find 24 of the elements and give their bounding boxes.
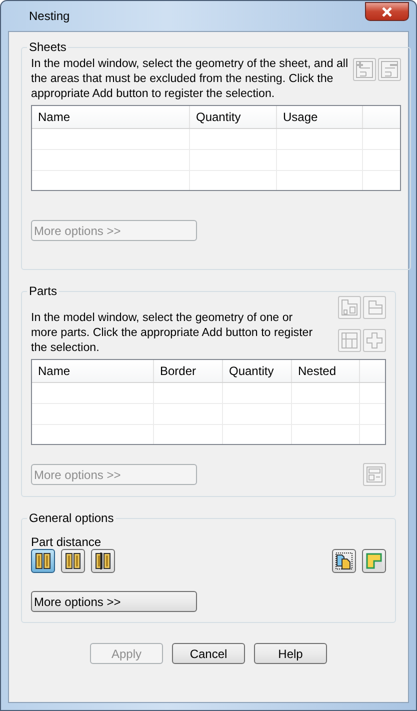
distance-mode-button[interactable]	[31, 549, 55, 573]
distance-mode-button[interactable]	[91, 549, 115, 573]
group-title: Sheets	[28, 40, 68, 54]
column-header[interactable]: Border	[154, 360, 223, 382]
window-title: Nesting	[29, 9, 70, 23]
more-options-button[interactable]: More options >>	[31, 591, 197, 612]
column-header[interactable]: Quantity	[190, 106, 277, 128]
instruction-text: In the model window, select the geometry of one or more parts. Click the appropriate Add button to register the selection.	[31, 310, 314, 355]
copy-sheet-button[interactable]	[332, 549, 356, 573]
help-button[interactable]: Help	[254, 643, 327, 664]
close-button[interactable]	[365, 2, 409, 21]
column-header[interactable]: Nested	[292, 360, 360, 382]
column-header[interactable]: Name	[32, 360, 154, 382]
group-title: General options	[28, 511, 115, 525]
close-icon	[381, 6, 393, 16]
instruction-text: In the model window, select the geometry of the sheet, and all the areas that must be excluded from the nesting. Click the appropriate Add button to register the selection.	[31, 56, 350, 101]
column-header[interactable]: Quantity	[223, 360, 292, 382]
group-title: Parts	[28, 284, 58, 298]
column-header[interactable]: Name	[32, 106, 190, 128]
cancel-button[interactable]: Cancel	[172, 643, 245, 664]
distance-mode-button[interactable]	[61, 549, 85, 573]
part-distance-label: Part distance	[31, 535, 102, 549]
contour-button[interactable]	[362, 549, 386, 573]
column-header[interactable]: Usage	[277, 106, 363, 128]
